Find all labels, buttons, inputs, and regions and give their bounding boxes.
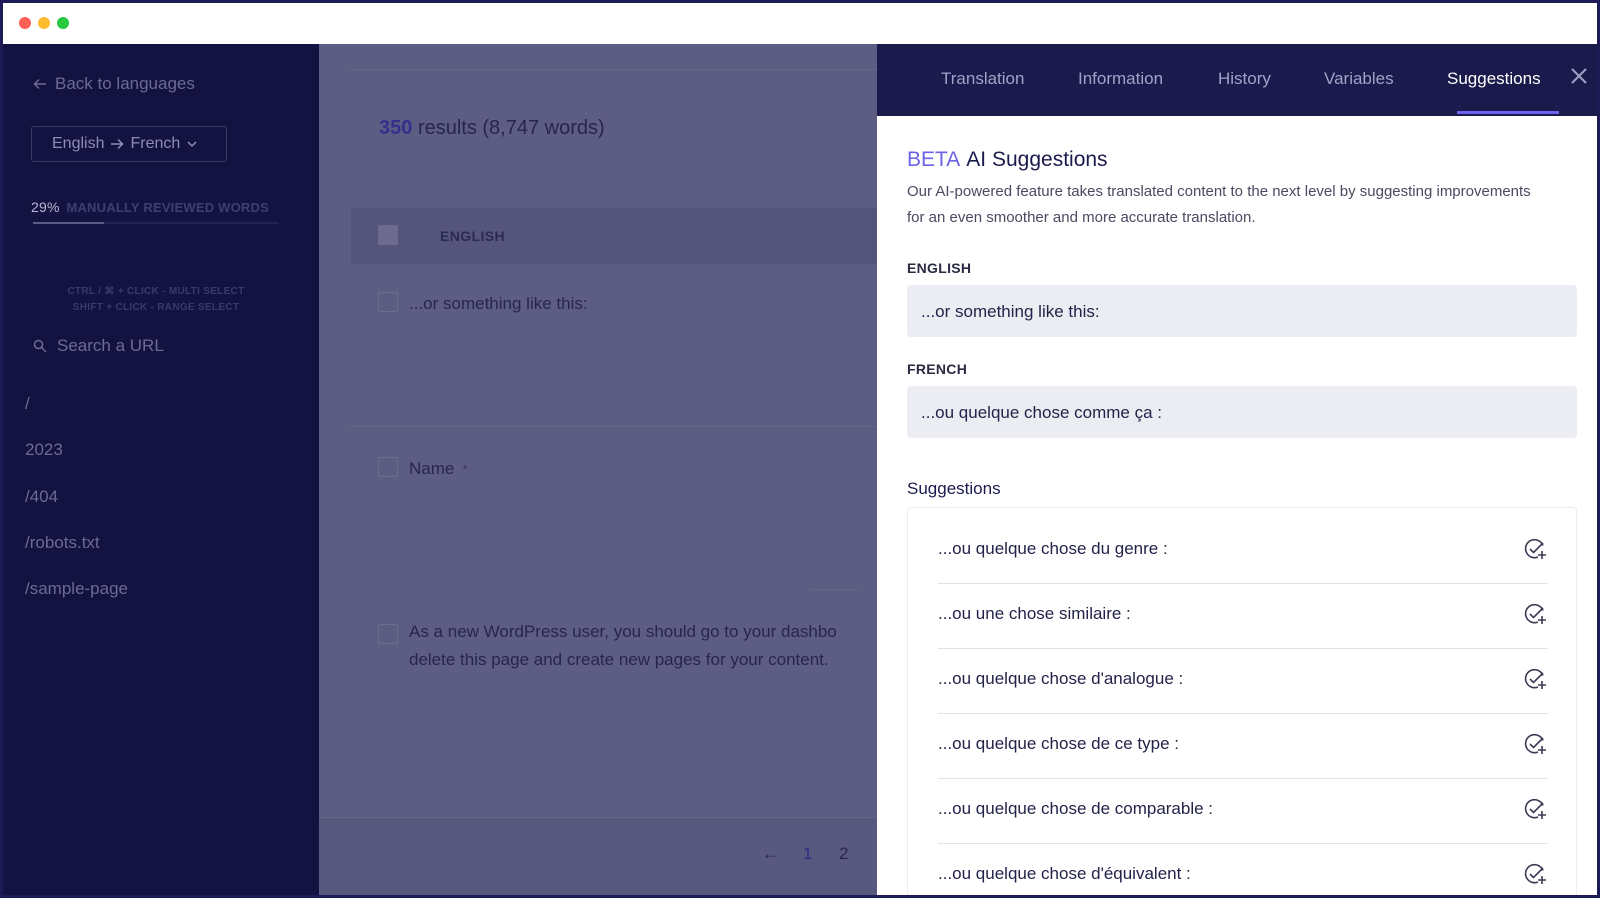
url-search-placeholder: Search a URL [57,336,164,355]
url-item[interactable]: /sample-page [25,579,128,599]
close-panel-button[interactable] [1567,64,1591,88]
close-icon [1571,68,1587,84]
ai-suggestions-description: Our AI-powered feature takes translated … [907,183,1531,226]
close-window-button[interactable] [19,17,31,29]
select-all-checkbox[interactable] [378,225,398,245]
page-1-button[interactable]: 1 [803,844,812,864]
suggestion-text: ...ou quelque chose d'analogue : [938,669,1184,688]
tab-variables[interactable]: Variables [1324,69,1394,89]
row-text-line: As a new WordPress user, you should go t… [409,622,837,641]
source-text-box: ...or something like this: [907,285,1577,337]
table-header: ENGLISH [351,208,877,264]
row-source-text[interactable]: ...or something like this: [409,290,588,318]
check-circle-plus-icon[interactable] [1522,536,1548,562]
url-search-input[interactable]: Search a URL [33,336,164,356]
row-source-text[interactable]: As a new WordPress user, you should go t… [409,618,837,674]
sidebar: Back to languages English French 29% MAN… [3,44,319,895]
source-language: English [52,135,105,152]
suggestion-item[interactable]: ...ou quelque chose de comparable : [938,778,1548,844]
target-language-label: FRENCH [907,361,968,377]
arrow-left-icon [33,78,46,90]
review-progress-percent: 29% [31,199,60,215]
back-link-label: Back to languages [55,74,195,93]
beta-badge: BETA [907,148,961,171]
row-checkbox[interactable] [378,292,398,312]
results-label: results (8,747 words) [417,117,605,139]
url-item[interactable]: / [25,394,30,414]
check-circle-plus-icon[interactable] [1522,861,1548,887]
app-window: Back to languages English French 29% MAN… [0,0,1600,898]
multi-select-hint: CTRL / ⌘ + CLICK - MULTI SELECT [67,286,245,297]
url-item[interactable]: /robots.txt [25,533,100,553]
tab-history[interactable]: History [1218,69,1271,89]
details-panel: Translation Information History Variable… [877,44,1597,895]
suggestion-item[interactable]: ...ou quelque chose d'analogue : [938,648,1548,714]
check-circle-plus-icon[interactable] [1522,601,1548,627]
check-circle-plus-icon[interactable] [1522,796,1548,822]
suggestion-item[interactable]: ...ou quelque chose d'équivalent : [938,843,1548,895]
language-pair-select[interactable]: English French [31,126,227,162]
row-divider [351,426,877,427]
arrow-right-icon [111,138,125,150]
ai-suggestions-heading: AI Suggestions [966,148,1108,171]
suggestion-item[interactable]: ...ou quelque chose de ce type : [938,713,1548,779]
source-language-label: ENGLISH [907,260,972,276]
url-item[interactable]: /404 [25,487,58,507]
panel-tabs: Translation Information History Variable… [877,44,1597,116]
divider [351,69,877,70]
results-summary: 350 results (8,747 words) [379,117,605,140]
row-source-text[interactable]: Name * [409,455,468,483]
row-text-line: delete this page and create new pages fo… [409,650,829,669]
suggestion-text: ...ou quelque chose du genre : [938,539,1168,558]
suggestions-list: ...ou quelque chose du genre : ...ou une… [907,507,1577,895]
url-item[interactable]: 2023 [25,440,63,460]
active-tab-indicator [1457,111,1559,114]
review-progress-text: MANUALLY REVIEWED WORDS [66,200,269,215]
row-checkbox[interactable] [378,624,398,644]
review-progress-fill [33,222,105,224]
range-select-hint: SHIFT + CLICK - RANGE SELECT [72,302,240,313]
check-circle-plus-icon[interactable] [1522,666,1548,692]
target-text-box[interactable]: ...ou quelque chose comme ça : [907,386,1577,438]
results-count: 350 [379,117,413,139]
check-circle-plus-icon[interactable] [1522,731,1548,757]
suggestion-text: ...ou quelque chose d'équivalent : [938,864,1191,883]
suggestions-heading: Suggestions [907,479,1001,498]
chevron-down-icon [187,141,197,148]
target-language: French [130,135,181,152]
page-2-button[interactable]: 2 [839,844,848,864]
suggestion-item[interactable]: ...ou quelque chose du genre : [938,518,1548,584]
window-titlebar [3,3,1597,44]
suggestion-text: ...ou quelque chose de comparable : [938,799,1214,818]
main-content: 350 results (8,747 words) ENGLISH ...or … [319,44,877,895]
review-progress-bar [33,222,279,224]
column-header-english: ENGLISH [440,228,506,244]
suggestion-item[interactable]: ...ou une chose similaire : [938,583,1548,649]
row-divider [809,589,857,590]
search-icon [33,339,47,353]
minimize-window-button[interactable] [38,17,50,29]
pagination-bar [319,817,877,895]
review-progress-label: 29% MANUALLY REVIEWED WORDS [31,199,269,215]
tab-information[interactable]: Information [1078,69,1163,89]
tab-suggestions[interactable]: Suggestions [1447,69,1541,89]
suggestion-text: ...ou quelque chose de ce type : [938,734,1180,753]
row-checkbox[interactable] [378,457,398,477]
suggestion-text: ...ou une chose similaire : [938,604,1131,623]
tab-translation[interactable]: Translation [941,69,1024,89]
row-source-label: Name [409,459,455,478]
required-mark: * [462,461,468,477]
prev-page-button[interactable]: ← [762,844,779,864]
maximize-window-button[interactable] [57,17,69,29]
back-to-languages-link[interactable]: Back to languages [33,74,195,94]
ai-suggestions-title: BETA AI Suggestions [907,148,1108,172]
